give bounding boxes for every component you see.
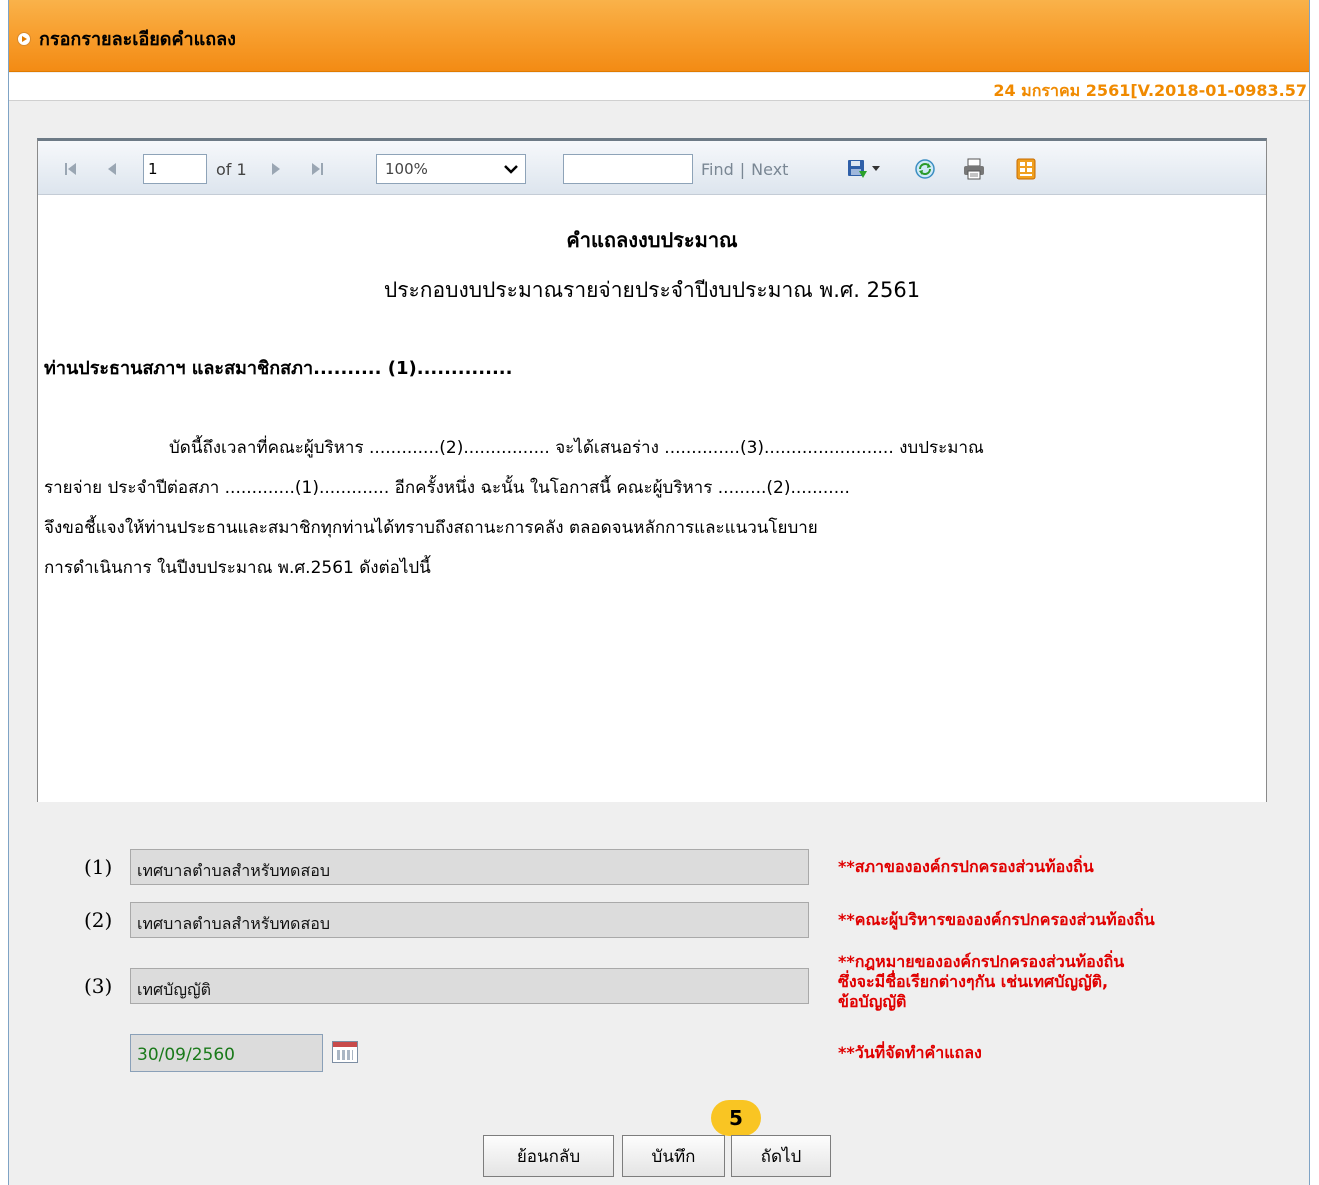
report-viewer: of 1 100% Find | Next bbox=[37, 138, 1267, 802]
prev-page-icon bbox=[108, 163, 116, 175]
page-title-text: กรอกรายละเอียดคำแถลง bbox=[39, 29, 236, 50]
first-page-icon bbox=[65, 163, 76, 175]
chevron-down-icon bbox=[872, 166, 880, 171]
document-paragraph: บัดนี้ถึงเวลาที่คณะผู้บริหาร ...........… bbox=[44, 428, 1244, 588]
find-link[interactable]: Find bbox=[701, 160, 734, 179]
document-title: คำแถลงงบประมาณ bbox=[566, 228, 738, 252]
field-1-input[interactable]: เทศบาลตำบลสำหรับทดสอบ bbox=[130, 849, 809, 885]
save-button[interactable]: บันทึก bbox=[622, 1135, 725, 1177]
field-3-note-line: **กฎหมายขององค์กรปกครองส่วนท้องถิ่น bbox=[838, 952, 1125, 971]
find-separator: | bbox=[739, 159, 746, 179]
date-input[interactable]: 30/09/2560 bbox=[130, 1034, 323, 1072]
next-page-button[interactable] bbox=[270, 155, 282, 183]
step-badge: 5 bbox=[711, 1100, 761, 1136]
page-title: กรอกรายละเอียดคำแถลง bbox=[17, 24, 236, 53]
field-2-input[interactable]: เทศบาลตำบลสำหรับทดสอบ bbox=[130, 902, 809, 938]
report-toolbar: of 1 100% Find | Next bbox=[38, 141, 1266, 195]
page-layout-button[interactable] bbox=[1016, 155, 1036, 183]
printer-icon bbox=[964, 158, 984, 180]
report-document: คำแถลงงบประมาณ ประกอบงบประมาณรายจ่ายประจ… bbox=[38, 196, 1266, 802]
chevron-down-icon bbox=[504, 165, 518, 174]
document-salutation: ท่านประธานสภาฯ และสมาชิกสภา.......... (1… bbox=[44, 358, 513, 379]
page-number-input[interactable] bbox=[143, 154, 207, 184]
calendar-icon[interactable] bbox=[332, 1041, 358, 1063]
field-3-note-line: ซึ่งจะมีชื่อเรียกต่างๆกัน เช่นเทศบัญญัติ… bbox=[838, 972, 1109, 991]
document-line: การดำเนินการ ในปีงบประมาณ พ.ศ.2561 ดังต่… bbox=[44, 558, 431, 578]
save-disk-icon bbox=[848, 160, 867, 178]
find-input[interactable] bbox=[563, 154, 693, 184]
first-page-button[interactable] bbox=[64, 155, 78, 183]
document-line: จึงขอชี้แจงให้ท่านประธานและสมาชิกทุกท่าน… bbox=[44, 518, 818, 538]
print-button[interactable] bbox=[962, 155, 986, 183]
field-2-label: (2) bbox=[84, 908, 113, 932]
bullet-arrow-icon bbox=[17, 31, 31, 46]
version-text: 24 มกราคม 2561[V.2018-01-0983.57 bbox=[993, 81, 1307, 100]
page-header: กรอกรายละเอียดคำแถลง bbox=[9, 0, 1309, 72]
next-page-icon bbox=[272, 163, 280, 175]
field-3-note-line: ข้อบัญญัติ bbox=[838, 992, 907, 1011]
field-3-note: **กฎหมายขององค์กรปกครองส่วนท้องถิ่น ซึ่ง… bbox=[838, 952, 1124, 1012]
last-page-button[interactable] bbox=[310, 155, 324, 183]
document-line: บัดนี้ถึงเวลาที่คณะผู้บริหาร ...........… bbox=[169, 438, 984, 458]
back-button[interactable]: ย้อนกลับ bbox=[483, 1135, 614, 1177]
zoom-value: 100% bbox=[385, 160, 428, 178]
field-1-label: (1) bbox=[84, 855, 113, 879]
refresh-button[interactable] bbox=[914, 155, 936, 183]
last-page-icon bbox=[312, 163, 323, 175]
field-1-note: **สภาขององค์กรปกครองส่วนท้องถิ่น bbox=[838, 857, 1094, 876]
document-subtitle: ประกอบงบประมาณรายจ่ายประจำปีงบประมาณ พ.ศ… bbox=[383, 278, 921, 302]
version-bar: 24 มกราคม 2561[V.2018-01-0983.57 bbox=[9, 73, 1309, 101]
field-2-note: **คณะผู้บริหารขององค์กรปกครองส่วนท้องถิ่… bbox=[838, 910, 1155, 929]
main-frame: กรอกรายละเอียดคำแถลง 24 มกราคม 2561[V.20… bbox=[8, 0, 1310, 1185]
document-map-icon bbox=[1016, 158, 1036, 180]
document-line: รายจ่าย ประจำปีต่อสภา .............(1)..… bbox=[44, 478, 850, 498]
zoom-select[interactable]: 100% bbox=[376, 154, 526, 184]
page-count-label: of 1 bbox=[216, 159, 247, 179]
next-button[interactable]: ถัดไป bbox=[731, 1135, 831, 1177]
field-3-input[interactable]: เทศบัญญัติ bbox=[130, 968, 809, 1004]
prev-page-button[interactable] bbox=[106, 155, 118, 183]
refresh-icon bbox=[915, 159, 935, 179]
find-next-link[interactable]: Next bbox=[751, 160, 788, 179]
export-button[interactable] bbox=[846, 155, 880, 183]
date-note: **วันที่จัดทำคำแถลง bbox=[838, 1043, 982, 1062]
field-3-label: (3) bbox=[84, 974, 113, 998]
